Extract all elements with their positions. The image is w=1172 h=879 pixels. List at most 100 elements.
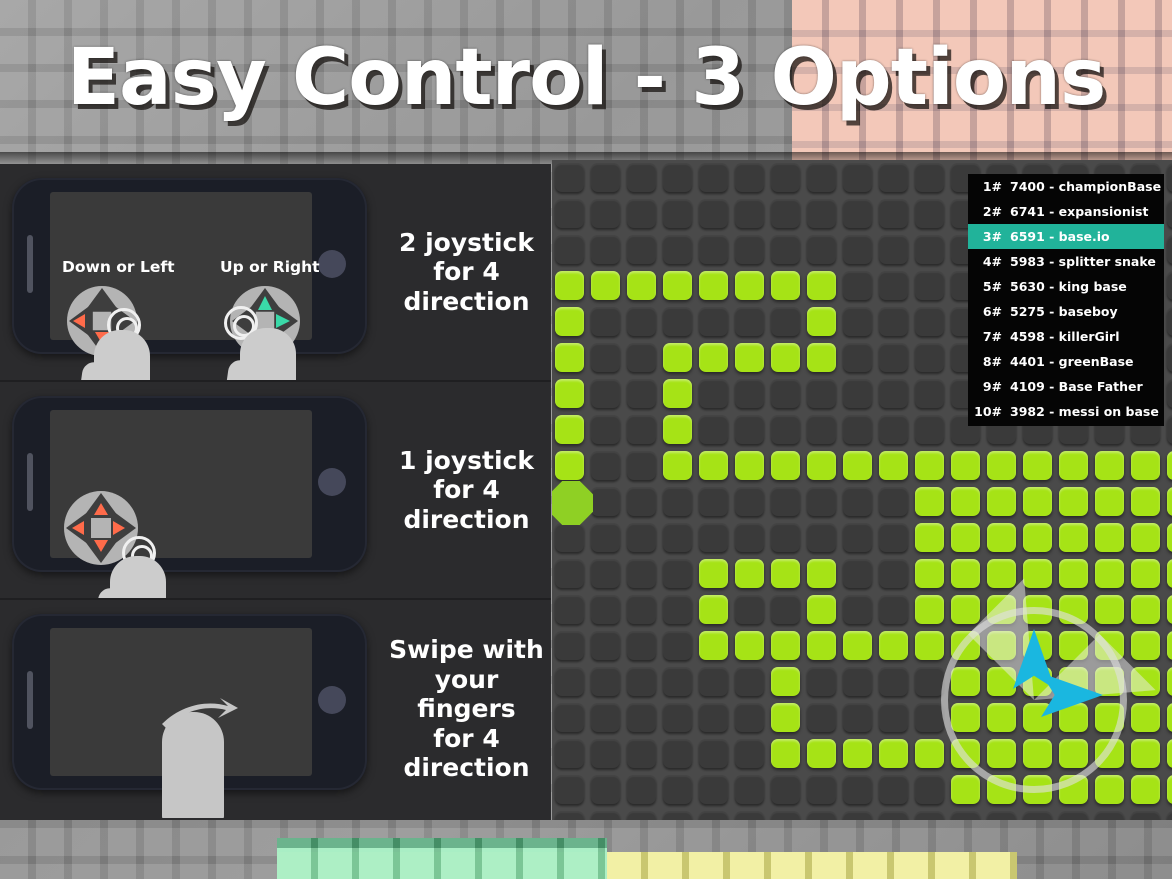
board-cell xyxy=(879,631,908,660)
board-cell xyxy=(591,307,620,336)
board-cell xyxy=(771,451,800,480)
board-cell xyxy=(879,487,908,516)
board-cell xyxy=(699,667,728,696)
board-cell xyxy=(843,271,872,300)
board-cell xyxy=(663,523,692,552)
phone-mockup xyxy=(12,396,367,598)
board-cell xyxy=(843,379,872,408)
board-cell xyxy=(807,811,836,820)
board-cell xyxy=(843,523,872,552)
board-cell xyxy=(663,235,692,264)
board-cell xyxy=(627,379,656,408)
caption-line: direction xyxy=(403,753,530,783)
board-cell xyxy=(1167,631,1172,660)
board-cell xyxy=(555,379,584,408)
board-cell xyxy=(915,199,944,228)
board-cell xyxy=(807,559,836,588)
leaderboard-entry: 7400 - championBase xyxy=(1010,179,1162,194)
board-cell xyxy=(555,199,584,228)
board-cell xyxy=(951,451,980,480)
board-cell xyxy=(843,595,872,624)
board-cell xyxy=(627,667,656,696)
board-cell xyxy=(555,703,584,732)
caption-line: 1 joystick xyxy=(399,445,534,475)
game-board[interactable]: 1# 7400 - championBase 2# 6741 - expansioni… xyxy=(552,160,1172,820)
board-cell xyxy=(1059,811,1088,820)
board-cell xyxy=(663,595,692,624)
board-cell xyxy=(843,811,872,820)
leaderboard-entry: 6741 - expansionist xyxy=(1010,204,1149,219)
board-cell xyxy=(1131,487,1160,516)
phone-mockup: Down or Left Up or Right xyxy=(12,178,367,380)
board-cell xyxy=(843,343,872,372)
board-cell xyxy=(879,415,908,444)
board-cell xyxy=(915,379,944,408)
board-cell xyxy=(1131,595,1160,624)
board-cell xyxy=(699,163,728,192)
leaderboard-row: 5# 5630 - king base xyxy=(968,274,1164,299)
board-cell xyxy=(771,775,800,804)
board-cell xyxy=(915,559,944,588)
board-cell xyxy=(771,307,800,336)
board-cell xyxy=(807,415,836,444)
board-cell xyxy=(699,595,728,624)
board-cell xyxy=(735,307,764,336)
board-cell xyxy=(879,235,908,264)
phone-speaker xyxy=(27,671,33,729)
board-cell xyxy=(807,307,836,336)
board-cell xyxy=(1167,415,1172,444)
board-cell xyxy=(1131,775,1160,804)
board-cell xyxy=(555,451,584,480)
board-cell xyxy=(555,739,584,768)
onscreen-joystick[interactable] xyxy=(941,607,1127,793)
board-cell xyxy=(591,559,620,588)
board-cell xyxy=(735,523,764,552)
board-cell xyxy=(843,199,872,228)
board-cell xyxy=(735,235,764,264)
board-cell xyxy=(879,343,908,372)
board-cell xyxy=(915,595,944,624)
board-cell xyxy=(555,235,584,264)
caption-line: direction xyxy=(403,286,530,316)
board-cell xyxy=(807,523,836,552)
board-cell xyxy=(807,271,836,300)
board-cell xyxy=(627,199,656,228)
board-cell xyxy=(591,379,620,408)
board-cell xyxy=(555,343,584,372)
board-cell xyxy=(1167,343,1172,372)
board-cell xyxy=(1131,451,1160,480)
board-cell xyxy=(555,307,584,336)
board-cell xyxy=(1023,811,1052,820)
board-cell xyxy=(879,559,908,588)
caption-line: 2 joystick xyxy=(399,227,534,257)
board-cell xyxy=(699,559,728,588)
leaderboard-rank: 9# xyxy=(982,379,1002,394)
board-cell xyxy=(663,739,692,768)
board-cell xyxy=(1167,379,1172,408)
board-cell xyxy=(591,667,620,696)
board-cell xyxy=(915,775,944,804)
board-cell xyxy=(915,631,944,660)
leaderboard-row: 9# 4109 - Base Father xyxy=(968,374,1164,399)
board-cell xyxy=(987,559,1016,588)
joystick-right-label: Up or Right xyxy=(220,258,320,276)
board-cell xyxy=(771,703,800,732)
board-cell xyxy=(627,739,656,768)
board-cell xyxy=(807,775,836,804)
board-cell xyxy=(843,307,872,336)
board-cell xyxy=(591,775,620,804)
board-cell xyxy=(915,487,944,516)
board-cell xyxy=(591,631,620,660)
board-cell xyxy=(591,163,620,192)
board-cell xyxy=(627,451,656,480)
board-cell xyxy=(879,199,908,228)
phone-home-button xyxy=(318,468,346,496)
board-cell xyxy=(663,271,692,300)
board-cell xyxy=(663,379,692,408)
control-option-row: Down or Left Up or Right 2 joystick for … xyxy=(0,164,551,382)
board-cell xyxy=(771,235,800,264)
board-cell xyxy=(915,523,944,552)
board-cell xyxy=(663,451,692,480)
board-cell xyxy=(591,415,620,444)
board-cell xyxy=(735,775,764,804)
